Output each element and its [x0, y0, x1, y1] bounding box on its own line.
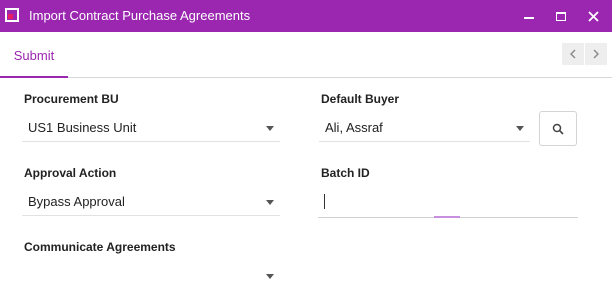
batch-id-input[interactable] [318, 186, 578, 218]
window-title: Import Contract Purchase Agreements [29, 8, 251, 23]
buyer-search-button[interactable] [539, 111, 577, 146]
minimize-icon [524, 17, 534, 19]
previous-tab-button[interactable] [562, 43, 584, 65]
procurement-bu-value: US1 Business Unit [28, 120, 137, 135]
search-icon [552, 123, 564, 135]
batch-id-label: Batch ID [321, 166, 370, 180]
chevron-left-icon [570, 49, 576, 59]
focus-indicator [434, 216, 460, 218]
approval-action-label: Approval Action [24, 166, 117, 180]
communicate-agreements-select[interactable] [22, 262, 280, 286]
default-buyer-value: Ali, Assraf [325, 120, 383, 135]
next-tab-button[interactable] [585, 43, 607, 65]
chevron-down-icon [266, 274, 274, 279]
active-tab-indicator [0, 76, 68, 78]
tab-submit[interactable]: Submit [0, 32, 68, 78]
title-bar: Import Contract Purchase Agreements [0, 0, 612, 32]
default-buyer-select[interactable]: Ali, Assraf [319, 114, 530, 142]
communicate-agreements-label: Communicate Agreements [24, 240, 176, 254]
close-button[interactable] [578, 0, 608, 32]
maximize-button[interactable] [546, 0, 576, 32]
app-icon [5, 8, 19, 22]
chevron-down-icon [266, 126, 274, 131]
chevron-down-icon [266, 200, 274, 205]
approval-action-select[interactable]: Bypass Approval [22, 188, 280, 216]
approval-action-value: Bypass Approval [28, 194, 125, 209]
procurement-bu-label: Procurement BU [24, 92, 119, 106]
chevron-down-icon [516, 126, 524, 131]
text-cursor [324, 194, 325, 209]
procurement-bu-select[interactable]: US1 Business Unit [22, 114, 280, 142]
chevron-right-icon [593, 49, 599, 59]
tab-bar: Submit [0, 32, 612, 78]
maximize-icon [556, 11, 566, 21]
minimize-button[interactable] [514, 0, 544, 32]
default-buyer-label: Default Buyer [321, 92, 400, 106]
close-icon [587, 10, 599, 22]
